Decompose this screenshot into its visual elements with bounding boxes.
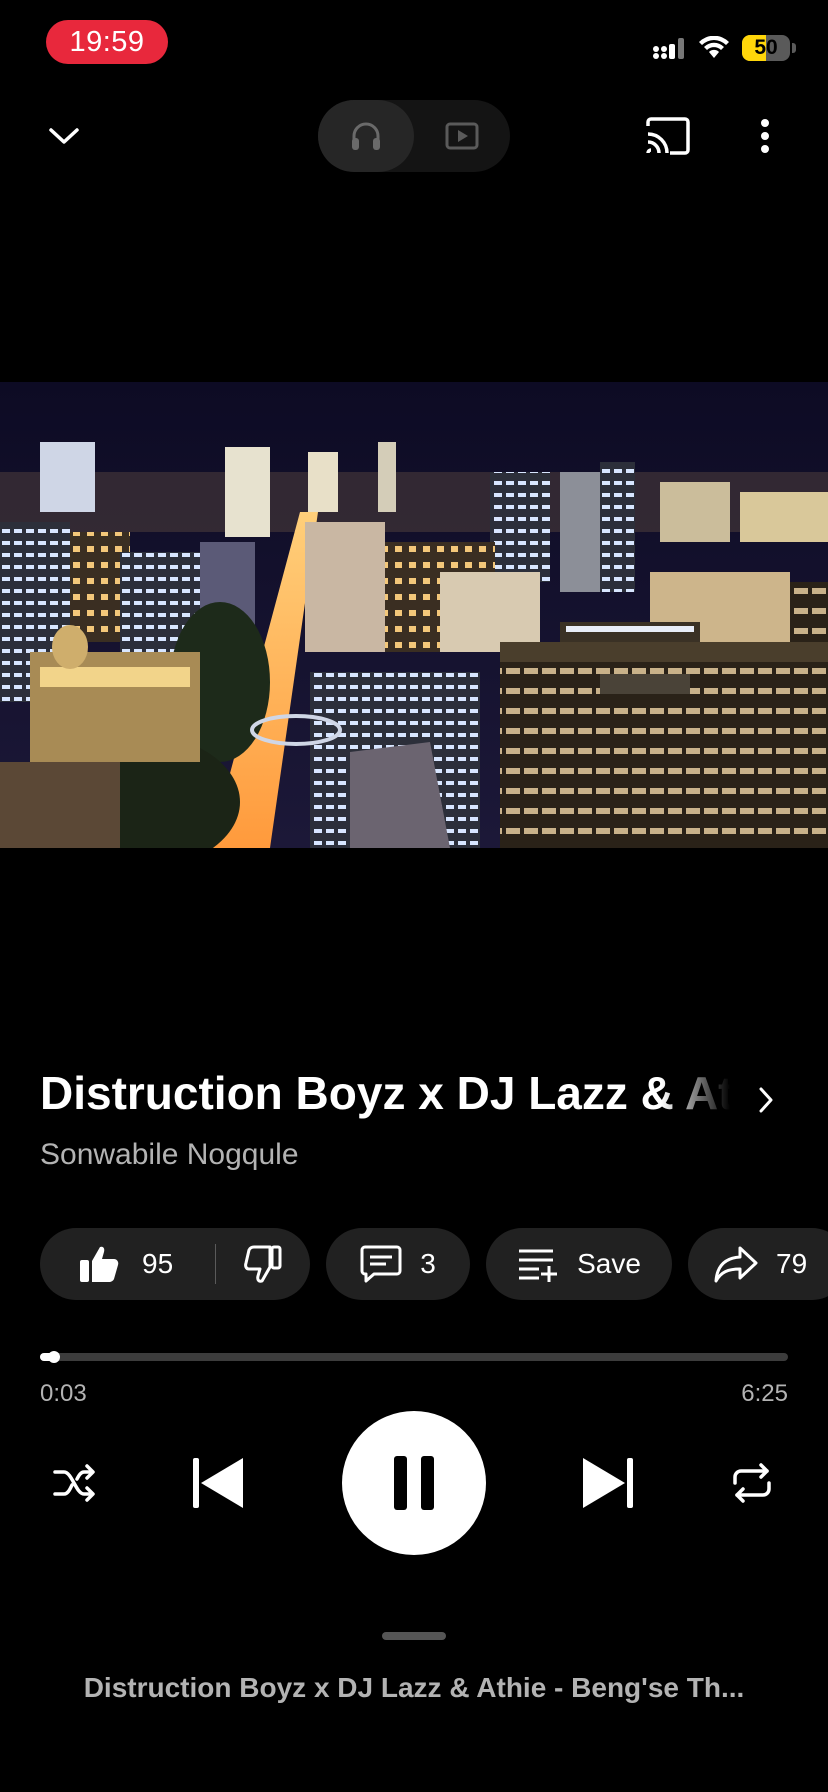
progress-slider[interactable] xyxy=(40,1351,788,1363)
video-icon xyxy=(445,122,479,150)
status-time: 19:59 xyxy=(46,20,168,64)
like-button[interactable]: 95 xyxy=(40,1228,215,1300)
up-next-tab[interactable]: Distruction Boyz x DJ Lazz & Athie - Ben… xyxy=(0,1672,828,1704)
bottom-sheet-handle[interactable] xyxy=(382,1632,446,1640)
share-icon xyxy=(714,1246,758,1283)
artist-name[interactable]: Sonwabile Nogqule xyxy=(40,1138,299,1172)
elapsed-time: 0:03 xyxy=(40,1380,87,1407)
total-duration: 6:25 xyxy=(741,1380,788,1407)
more-vertical-icon xyxy=(761,119,769,153)
battery-indicator: 50 xyxy=(742,35,790,61)
shuffle-button[interactable] xyxy=(46,1456,104,1510)
repeat-button[interactable] xyxy=(722,1456,782,1510)
city-skyline-image xyxy=(0,382,828,848)
battery-tip xyxy=(792,43,796,53)
cast-button[interactable] xyxy=(638,106,698,166)
more-options-button[interactable] xyxy=(740,106,790,166)
shuffle-icon xyxy=(53,1464,95,1502)
progress-thumb[interactable] xyxy=(48,1351,60,1363)
pause-button[interactable] xyxy=(342,1411,486,1555)
collapse-player-button[interactable] xyxy=(34,106,94,166)
signal-icon xyxy=(653,38,684,59)
next-track-button[interactable] xyxy=(576,1452,640,1514)
video-mode-tab[interactable] xyxy=(414,100,510,172)
playlist-add-icon xyxy=(519,1249,558,1282)
song-details-button[interactable] xyxy=(748,1082,784,1118)
audio-video-toggle[interactable] xyxy=(318,100,510,172)
comment-icon xyxy=(360,1245,402,1283)
wifi-icon xyxy=(699,36,729,58)
thumbs-down-icon xyxy=(244,1245,282,1283)
skip-next-icon xyxy=(583,1458,633,1508)
comments-button[interactable]: 3 xyxy=(326,1228,470,1300)
skip-previous-icon xyxy=(193,1458,243,1508)
like-count: 95 xyxy=(142,1248,174,1279)
pause-icon xyxy=(394,1456,434,1510)
repeat-icon xyxy=(733,1463,771,1503)
share-button[interactable]: 79 xyxy=(688,1228,828,1300)
headphones-icon xyxy=(352,122,380,150)
status-icons: 50 xyxy=(652,28,796,68)
thumbs-up-icon xyxy=(80,1246,119,1282)
song-title[interactable]: Distruction Boyz x DJ Lazz & Athie - Ben… xyxy=(40,1066,730,1120)
dislike-button[interactable] xyxy=(216,1228,310,1300)
comment-count: 3 xyxy=(420,1248,436,1279)
previous-track-button[interactable] xyxy=(186,1452,250,1514)
save-button[interactable]: Save xyxy=(486,1228,672,1300)
share-count: 79 xyxy=(776,1248,808,1279)
status-time-text: 19:59 xyxy=(69,25,145,58)
cast-icon xyxy=(646,117,690,155)
album-artwork xyxy=(0,382,828,848)
song-mode-tab[interactable] xyxy=(318,100,414,172)
save-label: Save xyxy=(577,1248,641,1279)
battery-level: 50 xyxy=(754,36,778,59)
chevron-down-icon xyxy=(49,128,79,144)
like-dislike-chip: 95 xyxy=(40,1228,310,1300)
chevron-right-icon xyxy=(759,1087,773,1113)
